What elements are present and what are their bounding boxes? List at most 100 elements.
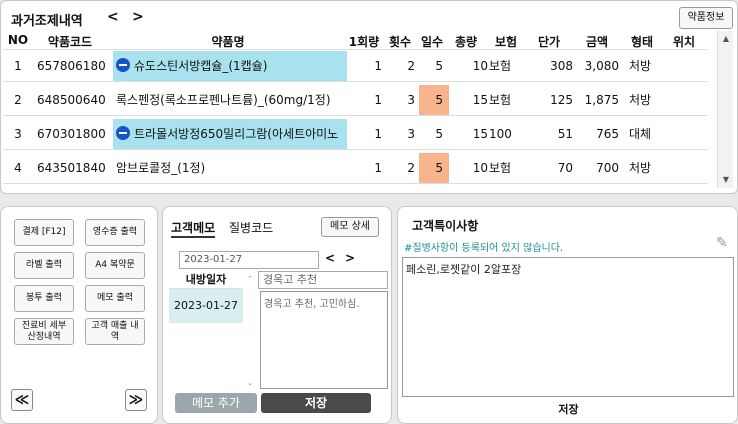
cell-dose: 1 [374,59,382,73]
cell-code: 657806180 [37,59,106,73]
tab-disease-code[interactable]: 질병코드 [229,219,273,236]
envelope-print-button[interactable]: 봉투 출력 [14,285,74,312]
cell-amount: 700 [596,161,619,175]
cell-code: 643501840 [37,161,106,175]
special-notes-title: 고객특이사항 [412,219,479,233]
memo-body-textarea[interactable]: 경옥고 추천, 고민하심. [260,291,388,389]
cell-name: 암브로콜정_(1정) [113,153,347,183]
special-notes-panel: 고객특이사항 #질병사항이 등록되어 있지 않습니다. ✎ 페소린,로젯같이 2… [397,206,738,424]
cell-name: 록스펜정(록소프로펜나트륨)_(60mg/1정) [113,85,347,115]
cell-dose: 1 [374,93,382,107]
table-row[interactable]: 3 670301800 트라몰서방정650밀리그람(아세트아미노 1 3 5 15 100 51… [3,119,707,150]
cell-type: 처방 [629,59,652,73]
col-days: 일수 [420,35,444,49]
cell-amount: 1,875 [584,93,619,107]
cell-total: 10 [472,59,488,73]
cell-unit-price: 125 [550,93,573,107]
cell-times: 3 [407,93,415,107]
special-notes-save-button[interactable]: 저장 [398,401,738,417]
vertical-scrollbar[interactable]: ▲ ▼ [717,31,733,188]
scroll-down-icon[interactable]: ▼ [718,172,734,188]
col-location: 위치 [672,35,696,49]
cell-no: 3 [14,127,22,141]
cell-days: 5 [435,59,443,73]
minus-circle-icon [116,126,130,140]
drug-name: 록스펜정(록소프로펜나트륨)_(60mg/1정) [116,93,331,107]
prev-arrow-button[interactable]: < [107,9,119,25]
col-name: 약품명 [211,35,245,49]
cell-insurance: 보험 [489,93,512,107]
col-insurance: 보험 [494,35,518,49]
drug-name: 트라몰서방정650밀리그람(아세트아미노 [134,127,339,141]
tab-customer-memo[interactable]: 고객메모 [171,219,216,238]
receipt-print-button[interactable]: 영수증 출력 [85,219,145,246]
scroll-up-icon[interactable]: ⌃ [245,275,255,283]
col-type: 형태 [630,35,654,49]
col-dose: 1회량 [348,35,380,49]
minus-circle-icon [116,58,130,72]
cell-location [671,153,701,183]
memo-print-button[interactable]: 메모 출력 [85,285,145,312]
prescription-history-panel: 과거조제내역 < > 약품정보 NO 약품코드 약품명 1회량 횟수 일수 총량… [0,0,738,194]
last-page-button[interactable]: ≫ [125,389,147,411]
customer-memo-panel: 고객메모 질병코드 메모 상세 2023-01-27 < > 내방일자 2023… [162,206,392,424]
cell-code: 670301800 [37,127,106,141]
memo-detail-button[interactable]: 메모 상세 [321,217,379,237]
add-memo-button[interactable]: 메모 추가 [175,393,257,413]
cell-no: 2 [14,93,22,107]
col-no: NO [7,33,29,47]
cell-code: 648500640 [37,93,106,107]
a4-guide-button[interactable]: A4 복약문 [85,252,145,279]
visit-date-list: 내방일자 2023-01-27 [169,271,243,391]
cell-amount: 765 [596,127,619,141]
scroll-up-icon[interactable]: ▲ [718,31,734,47]
table-row[interactable]: 2 648500640 록스펜정(록소프로펜나트륨)_(60mg/1정) 1 3 5 15 보… [3,85,707,116]
table-row[interactable]: 1 657806180 슈도스틴서방캡슐_(1캡슐) 1 2 5 10 보험 308 3,080 처… [3,51,707,82]
cell-type: 처방 [629,161,652,175]
table-row[interactable]: 4 643501840 암브로콜정_(1정) 1 2 5 10 보험 70 700 처방 [3,153,707,184]
customer-sales-button[interactable]: 고객 매출 내역 [85,318,145,345]
cell-days: 5 [419,85,449,115]
memo-scrollbar[interactable]: ⌃ ⌄ [245,275,255,387]
cell-insurance: 보험 [489,59,512,73]
cell-times: 3 [407,127,415,141]
col-times: 횟수 [388,35,412,49]
panel-title: 과거조제내역 [11,14,83,29]
cell-unit-price: 51 [557,127,573,141]
cell-no: 1 [14,59,22,73]
cell-location [671,51,701,81]
col-unit-price: 단가 [537,35,561,49]
cell-name: 슈도스틴서방캡슐_(1캡슐) [113,51,347,81]
payment-button[interactable]: 결제 [F12] [14,219,74,246]
cell-amount: 3,080 [584,59,619,73]
cell-unit-price: 308 [550,59,573,73]
scroll-down-icon[interactable]: ⌄ [245,379,255,387]
first-page-button[interactable]: ≪ [11,389,33,411]
date-prev-button[interactable]: < [325,251,335,265]
drug-name: 암브로콜정_(1정) [116,161,206,175]
fee-detail-button[interactable]: 진료비 세부 산정내역 [14,318,74,345]
visit-date-item[interactable]: 2023-01-27 [169,289,243,323]
next-arrow-button[interactable]: > [132,9,144,25]
cell-dose: 1 [374,127,382,141]
memo-title-input[interactable]: 경옥고 추천 [258,271,388,289]
cell-insurance: 100 [489,127,512,141]
label-print-button[interactable]: 라벨 출력 [14,252,74,279]
cell-type: 처방 [629,93,652,107]
special-notes-textarea[interactable]: 페소린,로젯같이 2알포장 [402,257,734,397]
cell-times: 2 [407,161,415,175]
cell-type: 대체 [629,127,652,141]
drug-name: 슈도스틴서방캡슐_(1캡슐) [134,59,268,73]
drug-info-button[interactable]: 약품정보 [679,7,733,29]
col-code: 약품코드 [47,35,93,49]
pencil-icon[interactable]: ✎ [716,235,728,251]
memo-save-button[interactable]: 저장 [261,393,371,413]
date-input[interactable]: 2023-01-27 [179,251,319,269]
cell-name: 트라몰서방정650밀리그람(아세트아미노 [113,119,347,149]
cell-unit-price: 70 [557,161,573,175]
date-next-button[interactable]: > [345,251,355,265]
cell-insurance: 보험 [489,161,512,175]
cell-location [671,119,701,149]
cell-dose: 1 [374,161,382,175]
disease-notice: #질병사항이 등록되어 있지 않습니다. [404,243,564,254]
